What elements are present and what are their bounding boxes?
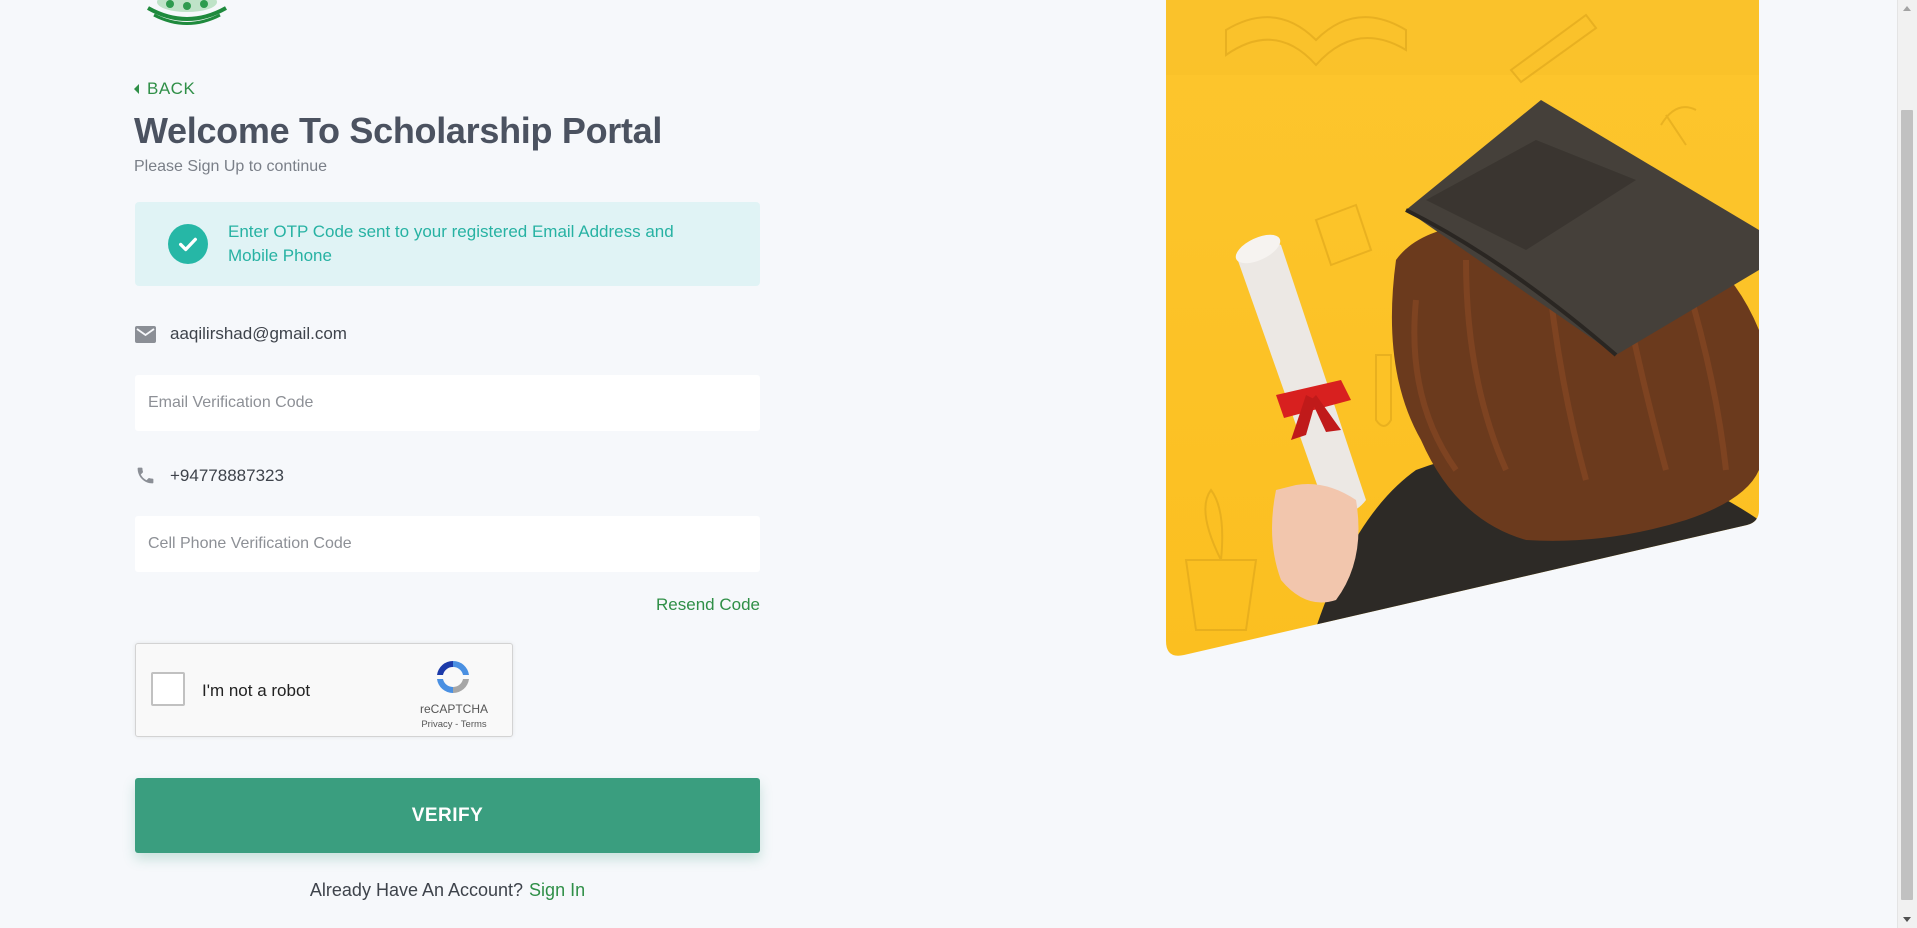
alert-message: Enter OTP Code sent to your registered E… bbox=[228, 222, 674, 265]
page-subtitle: Please Sign Up to continue bbox=[134, 158, 328, 175]
recaptcha-terms-link[interactable]: Terms bbox=[461, 719, 487, 730]
back-link[interactable]: BACK bbox=[134, 79, 195, 99]
recaptcha-privacy-link[interactable]: Privacy bbox=[421, 719, 452, 730]
account-prompt: Already Have An Account? Sign In bbox=[300, 880, 595, 901]
account-prompt-text: Already Have An Account? bbox=[309, 880, 524, 900]
back-label: BACK bbox=[147, 79, 196, 98]
recaptcha-logo-icon bbox=[437, 660, 469, 694]
recaptcha-brand: reCAPTCHA bbox=[419, 702, 488, 716]
phone-number: +94778887323 bbox=[170, 465, 284, 485]
resend-code-link[interactable]: Resend Code bbox=[656, 595, 760, 615]
email-address: aaqilirshad@gmail.com bbox=[170, 324, 347, 343]
phone-icon bbox=[137, 467, 154, 484]
vertical-scrollbar[interactable] bbox=[1897, 0, 1917, 928]
recaptcha-links: Privacy - Terms bbox=[402, 719, 506, 730]
scrollbar-thumb[interactable] bbox=[1901, 110, 1913, 900]
phone-display: +94778887323 bbox=[135, 465, 284, 486]
sign-in-link[interactable]: Sign In bbox=[529, 880, 585, 901]
email-display: aaqilirshad@gmail.com bbox=[135, 324, 347, 344]
recaptcha-checkbox[interactable] bbox=[151, 672, 185, 706]
scroll-down-arrow-icon[interactable] bbox=[1903, 917, 1911, 922]
mail-icon bbox=[135, 325, 156, 343]
graduate-hero-illustration bbox=[1166, 0, 1759, 656]
recaptcha-link-separator: - bbox=[455, 719, 459, 730]
otp-info-alert: Enter OTP Code sent to your registered E… bbox=[135, 202, 760, 286]
caret-left-icon bbox=[134, 84, 139, 94]
page-title: Welcome To Scholarship Portal bbox=[134, 110, 663, 151]
portal-logo bbox=[147, 0, 227, 25]
recaptcha-widget: I'm not a robot reCAPTCHA Privacy - Term… bbox=[135, 643, 513, 737]
phone-verification-code-input[interactable] bbox=[135, 516, 760, 572]
check-circle-icon bbox=[168, 224, 208, 264]
recaptcha-label: I'm not a robot bbox=[202, 681, 311, 700]
email-verification-code-input[interactable] bbox=[135, 375, 760, 431]
scroll-up-arrow-icon[interactable] bbox=[1903, 6, 1911, 11]
verify-button[interactable]: VERIFY bbox=[135, 778, 760, 853]
